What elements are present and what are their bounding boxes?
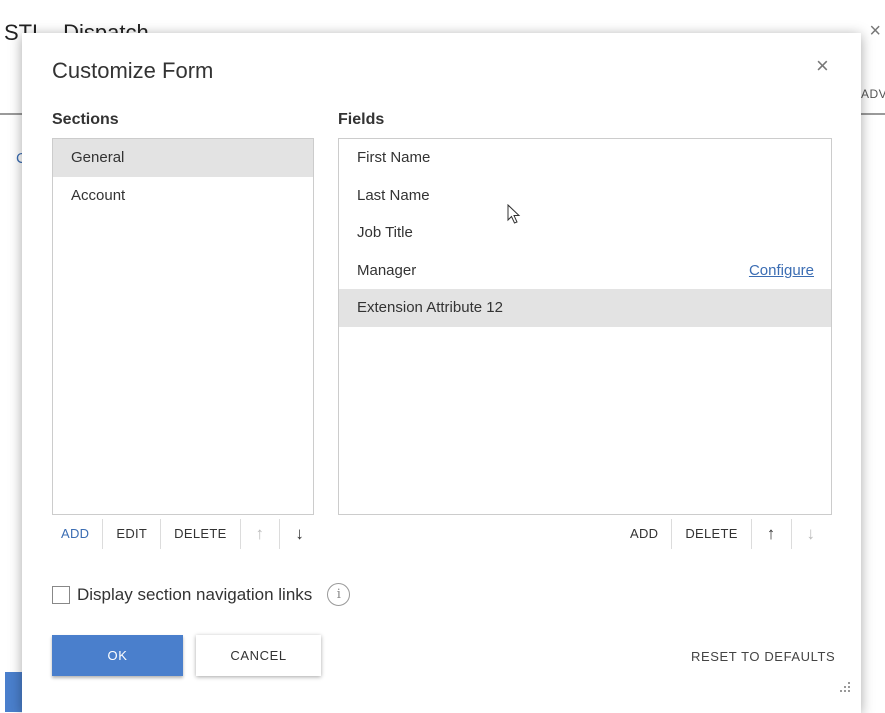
section-item-general[interactable]: General [53, 139, 313, 177]
sections-toolbar: ADD EDIT DELETE ↑ ↓ [48, 519, 319, 549]
nav-links-label[interactable]: Display section navigation links [77, 585, 312, 605]
customize-form-dialog: Customize Form × Sections General Accoun… [22, 33, 861, 713]
background-tab[interactable]: ADVANCED [861, 87, 885, 101]
field-add-button[interactable]: ADD [617, 519, 673, 549]
reset-to-defaults-button[interactable]: RESET TO DEFAULTS [691, 649, 835, 664]
field-item-job-title[interactable]: Job Title [339, 214, 831, 252]
section-move-down-icon[interactable]: ↓ [280, 519, 319, 549]
resize-grip-icon[interactable] [838, 680, 852, 694]
configure-link[interactable]: Configure [749, 252, 814, 290]
sections-label: Sections [52, 111, 119, 128]
field-move-down-icon[interactable]: ↓ [792, 519, 831, 549]
sections-list: General Account [52, 138, 314, 515]
section-add-button[interactable]: ADD [48, 519, 104, 549]
section-move-up-icon[interactable]: ↑ [241, 519, 281, 549]
field-item-last-name[interactable]: Last Name [339, 177, 831, 215]
fields-label: Fields [338, 111, 385, 128]
fields-list: First Name Last Name Job Title Manager C… [338, 138, 832, 515]
ok-button[interactable]: OK [52, 635, 183, 676]
field-delete-button[interactable]: DELETE [672, 519, 752, 549]
dialog-title: Customize Form [52, 58, 214, 83]
field-item-first-name[interactable]: First Name [339, 139, 831, 177]
section-item-label: Account [71, 186, 126, 204]
field-item-label: Extension Attribute 12 [357, 299, 503, 316]
nav-links-option: Display section navigation links i [52, 583, 351, 606]
field-item-label: Manager [357, 261, 417, 279]
fields-toolbar: ADD DELETE ↑ ↓ [617, 519, 830, 549]
background-close-icon[interactable]: × [869, 20, 881, 43]
cancel-button[interactable]: CANCEL [196, 635, 321, 676]
field-item-manager[interactable]: Manager Configure [339, 252, 831, 290]
info-icon[interactable]: i [327, 583, 351, 606]
close-icon[interactable]: × [816, 55, 829, 77]
field-item-label: Job Title [357, 224, 413, 241]
field-item-extension-attribute-12[interactable]: Extension Attribute 12 [339, 289, 831, 327]
nav-links-checkbox[interactable] [52, 585, 70, 604]
section-edit-button[interactable]: EDIT [103, 519, 162, 549]
field-move-up-icon[interactable]: ↑ [752, 519, 792, 549]
section-delete-button[interactable]: DELETE [161, 519, 241, 549]
field-item-label: First Name [357, 149, 431, 166]
section-item-label: General [71, 149, 125, 166]
section-item-account[interactable]: Account [53, 177, 313, 215]
field-item-label: Last Name [357, 186, 430, 204]
